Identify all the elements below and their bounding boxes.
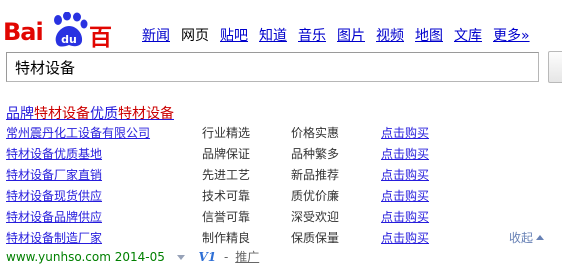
chevron-up-icon bbox=[536, 235, 545, 240]
nav-zhidao[interactable]: 知道 bbox=[259, 25, 287, 45]
nav-web[interactable]: 网页 bbox=[181, 25, 209, 45]
nav-images[interactable]: 图片 bbox=[337, 25, 365, 45]
ad-row: 常州震丹化工设备有限公司 行业精选 价格实惠 点击购买 bbox=[6, 126, 556, 147]
dropdown-arrow-icon[interactable] bbox=[176, 255, 185, 260]
nav-news[interactable]: 新闻 bbox=[142, 25, 170, 45]
nav-music[interactable]: 音乐 bbox=[298, 25, 326, 45]
ad-row: 特材设备优质基地 品牌保证 品种繁多 点击购买 bbox=[6, 147, 556, 168]
ad-buy-link[interactable]: 点击购买 bbox=[381, 231, 429, 245]
ad-tag: 制作精良 bbox=[202, 231, 251, 245]
ad-company-link[interactable]: 特材设备制造厂家 bbox=[6, 231, 102, 245]
collapse-label: 收起 bbox=[509, 231, 534, 245]
collapse-button[interactable]: 收起 bbox=[509, 231, 545, 245]
ad-row: 特材设备现货供应 技术可靠 质优价廉 点击购买 bbox=[6, 189, 556, 210]
top-nav: 新闻 网页 贴吧 知道 音乐 图片 视频 地图 文库 更多» bbox=[142, 25, 541, 45]
ad-company-link[interactable]: 特材设备优质基地 bbox=[6, 147, 102, 161]
ad-buy-link[interactable]: 点击购买 bbox=[381, 147, 429, 161]
ad-title-keyword1: 特材设备 bbox=[34, 106, 90, 122]
ad-buy-link[interactable]: 点击购买 bbox=[381, 168, 429, 182]
logo-paw-text: du bbox=[61, 33, 77, 46]
ad-company-link[interactable]: 常州震丹化工设备有限公司 bbox=[6, 126, 150, 140]
ad-table: 常州震丹化工设备有限公司 行业精选 价格实惠 点击购买 特材设备优质基地 品牌保… bbox=[6, 126, 556, 252]
ad-tag: 品种繁多 bbox=[291, 147, 340, 161]
baidu-logo[interactable]: Bai du 百度 bbox=[3, 4, 131, 85]
ad-tag: 新品推荐 bbox=[291, 168, 340, 182]
ad-tag: 技术可靠 bbox=[202, 189, 251, 203]
nav-more[interactable]: 更多» bbox=[493, 25, 530, 45]
ad-company-link[interactable]: 特材设备现货供应 bbox=[6, 189, 102, 203]
ad-title-keyword2: 特材设备 bbox=[118, 106, 174, 122]
ad-row: 特材设备厂家直销 先进工艺 新品推荐 点击购买 bbox=[6, 168, 556, 189]
ad-tag: 先进工艺 bbox=[202, 168, 251, 182]
ad-company-link[interactable]: 特材设备品牌供应 bbox=[6, 210, 102, 224]
ad-tag: 行业精选 bbox=[202, 126, 251, 140]
ad-row: 特材设备品牌供应 信誉可靠 深受欢迎 点击购买 bbox=[6, 210, 556, 231]
ad-buy-link[interactable]: 点击购买 bbox=[381, 210, 429, 224]
ad-source-line: www.yunhso.com 2014-05 V1 - 推广 bbox=[6, 248, 259, 265]
ad-buy-link[interactable]: 点击购买 bbox=[381, 126, 429, 140]
ad-tag: 价格实惠 bbox=[291, 126, 340, 140]
nav-map[interactable]: 地图 bbox=[415, 25, 443, 45]
ad-title-part3: 优质 bbox=[90, 106, 118, 122]
ad-tag: 保质保量 bbox=[291, 231, 340, 245]
logo-text-bai: Bai bbox=[3, 18, 44, 46]
ad-tag: 信誉可靠 bbox=[202, 210, 251, 224]
nav-video[interactable]: 视频 bbox=[376, 25, 404, 45]
nav-wenku[interactable]: 文库 bbox=[454, 25, 482, 45]
search-button[interactable] bbox=[548, 51, 562, 83]
search-input[interactable] bbox=[6, 52, 539, 82]
ad-buy-link[interactable]: 点击购买 bbox=[381, 189, 429, 203]
ad-title-part1: 品牌 bbox=[6, 106, 34, 122]
nav-tieba[interactable]: 贴吧 bbox=[220, 25, 248, 45]
ad-tag: 品牌保证 bbox=[202, 147, 251, 161]
paw-icon: du bbox=[54, 12, 88, 47]
ad-title-link[interactable]: 品牌特材设备优质特材设备 bbox=[6, 103, 174, 123]
ad-tag: 深受欢迎 bbox=[291, 210, 340, 224]
ad-tag: 质优价廉 bbox=[291, 189, 340, 203]
ad-company-link[interactable]: 特材设备厂家直销 bbox=[6, 168, 102, 182]
